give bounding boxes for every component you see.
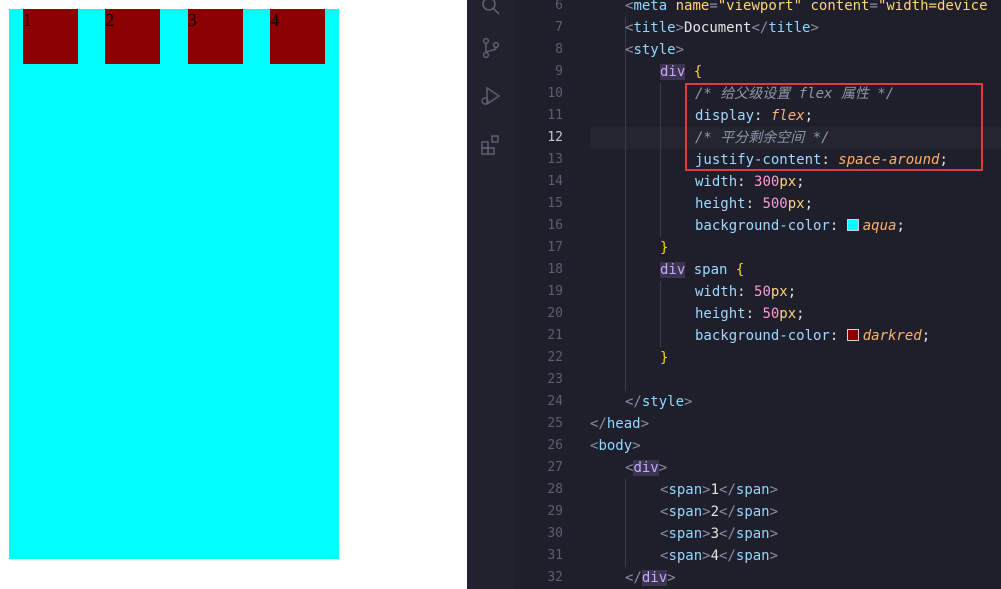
line-number: 9: [555, 64, 563, 79]
indent-guide: [625, 17, 626, 391]
code-line-30: <span>3</span>: [660, 526, 779, 542]
indent-guide: [660, 281, 661, 347]
line-number: 8: [555, 42, 563, 57]
line-number: 22: [547, 350, 563, 365]
line-number: 19: [547, 284, 563, 299]
line-number: 28: [547, 482, 563, 497]
line-number: 27: [547, 460, 563, 475]
code-line-8: <style>: [625, 42, 685, 58]
indent-guide: [625, 479, 626, 567]
code-line-15: height: 500px;: [695, 196, 814, 212]
code-line-25: </head>: [590, 416, 650, 432]
line-number: 29: [547, 504, 563, 519]
source-control-icon[interactable]: [479, 36, 503, 60]
code-line-20: height: 50px;: [695, 306, 805, 322]
code-line-14: width: 300px;: [695, 174, 805, 190]
activity-bar: [467, 0, 515, 589]
flex-item-4: 4: [270, 9, 326, 64]
line-number: 30: [547, 526, 563, 541]
line-number: 21: [547, 328, 563, 343]
code-line-18: div span {: [660, 262, 745, 278]
code-line-22: }: [660, 350, 669, 366]
flex-item-2: 2: [105, 9, 161, 64]
code-line-26: <body>: [590, 438, 641, 454]
code-line-28: <span>1</span>: [660, 482, 779, 498]
code-line-7: <title>Document</title>: [625, 20, 819, 36]
code-line-19: width: 50px;: [695, 284, 797, 300]
code-line-6: <meta name="viewport" content="width=dev…: [625, 0, 988, 14]
code-line-16: background-color: aqua;: [695, 218, 905, 234]
code-line-17: }: [660, 240, 669, 256]
line-number: 6: [555, 0, 563, 13]
line-number: 7: [555, 20, 563, 35]
code-line-31: <span>4</span>: [660, 548, 779, 564]
code-line-27: <div>: [625, 460, 668, 476]
line-number: 17: [547, 240, 563, 255]
code-line-24: </style>: [625, 394, 693, 410]
color-swatch-aqua[interactable]: [846, 219, 859, 231]
line-number: 15: [547, 196, 563, 211]
line-number: 31: [547, 548, 563, 563]
line-number: 26: [547, 438, 563, 453]
indent-guide: [660, 83, 661, 237]
line-number: 24: [547, 394, 563, 409]
line-number: 18: [547, 262, 563, 277]
line-number: 10: [547, 86, 563, 101]
line-number-active: 12: [547, 130, 563, 145]
extensions-icon[interactable]: [479, 133, 503, 157]
code-line-32: </div>: [625, 570, 676, 586]
line-number: 16: [547, 218, 563, 233]
line-number: 32: [547, 570, 563, 585]
annotation-highlight-box: [685, 83, 983, 171]
line-number: 13: [547, 152, 563, 167]
line-number: 25: [547, 416, 563, 431]
code-line-21: background-color: darkred;: [695, 328, 931, 344]
line-number: 20: [547, 306, 563, 321]
line-number: 23: [547, 372, 563, 387]
flex-container-preview: 1 2 3 4: [9, 9, 339, 559]
line-number: 11: [547, 108, 563, 123]
flex-item-1: 1: [22, 9, 78, 64]
search-icon[interactable]: [479, 0, 503, 18]
line-number: 14: [547, 174, 563, 189]
flex-item-3: 3: [187, 9, 243, 64]
code-line-9: div {: [660, 64, 703, 80]
code-line-29: <span>2</span>: [660, 504, 779, 520]
run-debug-icon[interactable]: [479, 84, 503, 108]
color-swatch-darkred[interactable]: [846, 329, 859, 341]
